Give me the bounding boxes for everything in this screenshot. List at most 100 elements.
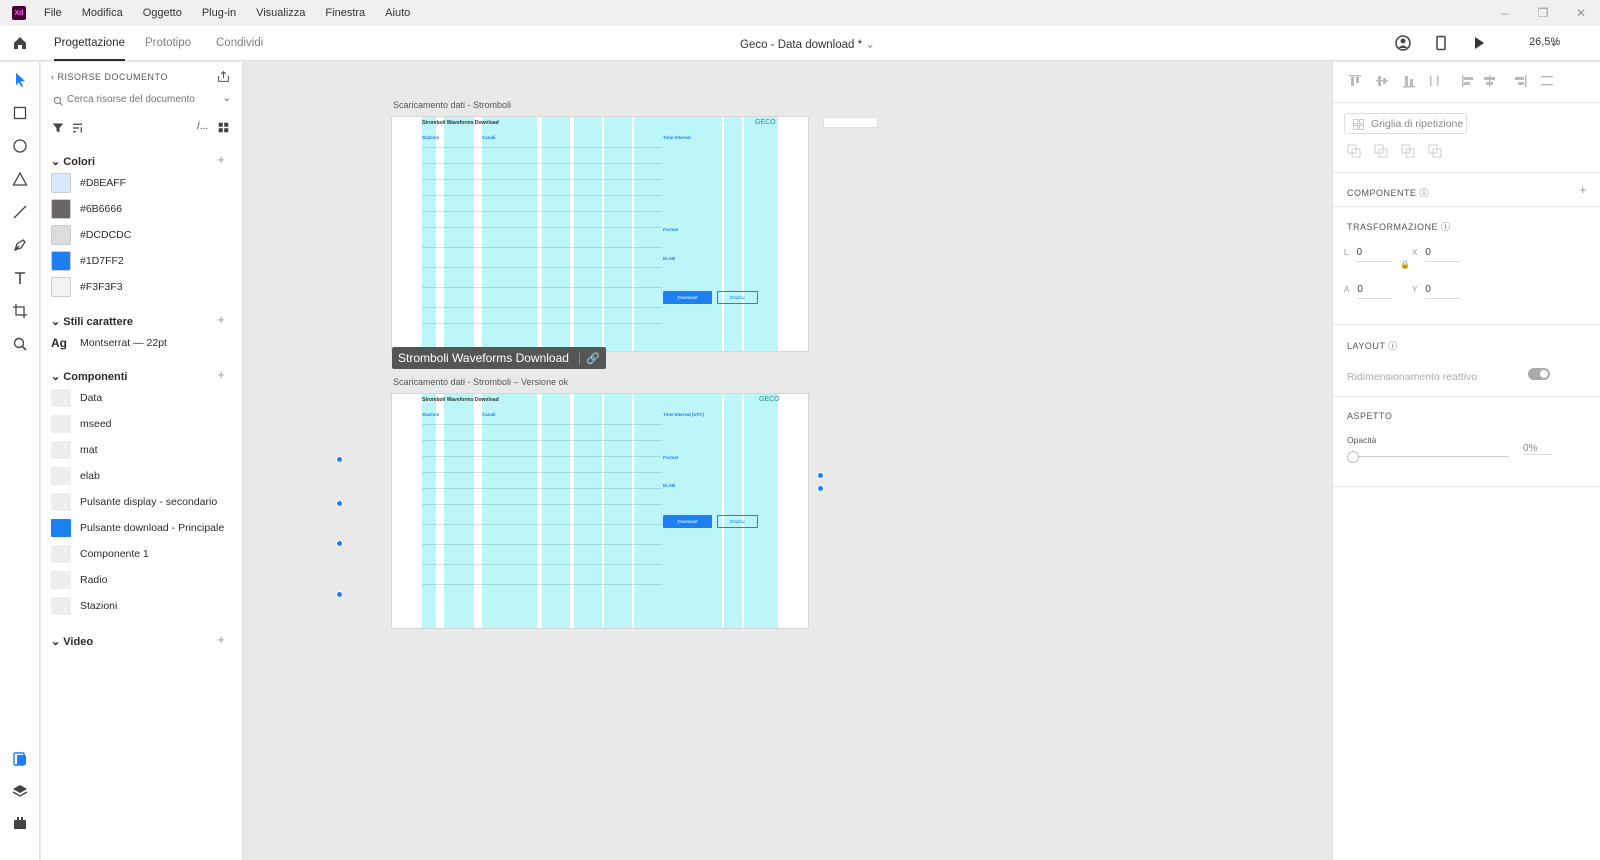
link-icon[interactable]: 🔗 xyxy=(578,351,600,365)
connection-handle[interactable] xyxy=(336,540,343,547)
tab-progettazione[interactable]: Progettazione xyxy=(54,37,125,61)
connection-handle[interactable] xyxy=(336,591,343,598)
color-swatch-row[interactable]: #1D7FF2 xyxy=(51,251,124,271)
repeat-grid-button[interactable]: Griglia di ripetizione xyxy=(1344,113,1467,134)
responsive-resize-toggle[interactable] xyxy=(1528,368,1550,380)
layers-panel-icon[interactable] xyxy=(12,783,28,799)
connection-handle[interactable] xyxy=(336,456,343,463)
artboard-stromboli-v2[interactable]: Stromboli Waveforms Download Stazioni Ca… xyxy=(391,393,809,629)
line-tool-icon[interactable] xyxy=(12,204,28,220)
document-title[interactable]: Geco - Data download * ⌄ xyxy=(740,37,875,51)
char-style-row[interactable]: Ag Montserrat — 22pt xyxy=(51,333,167,353)
component-item[interactable]: Stazioni xyxy=(51,596,117,616)
floating-component[interactable] xyxy=(823,117,878,128)
component-item[interactable]: Radio xyxy=(51,570,107,590)
download-button[interactable]: Download xyxy=(663,291,712,304)
artboard-label[interactable]: Scaricamento dati - Stromboli – Versione… xyxy=(393,377,568,387)
add-component-icon[interactable]: + xyxy=(217,367,225,382)
add-char-style-icon[interactable]: + xyxy=(217,312,225,327)
color-swatch-row[interactable]: #F3F3F3 xyxy=(51,277,123,297)
play-icon[interactable] xyxy=(1471,35,1487,51)
chevron-left-icon[interactable]: ‹ xyxy=(51,72,55,82)
artboard-label[interactable]: Scaricamento dati - Stromboli xyxy=(393,100,511,110)
boolean-ops-icon[interactable] xyxy=(1347,144,1447,158)
width-value[interactable]: 0 xyxy=(1356,247,1393,262)
opacity-value[interactable]: 0% xyxy=(1523,443,1553,455)
list-view-icon[interactable]: /... xyxy=(197,121,208,132)
ellipse-tool-icon[interactable] xyxy=(12,138,28,154)
close-icon[interactable]: ✕ xyxy=(1562,0,1600,26)
pen-tool-icon[interactable] xyxy=(12,237,28,253)
info-icon[interactable]: ⓘ xyxy=(1420,188,1430,198)
component-item[interactable]: elab xyxy=(51,466,100,486)
restore-icon[interactable]: ❐ xyxy=(1524,0,1562,26)
filter-icon[interactable] xyxy=(52,122,64,134)
align-tools-icon[interactable] xyxy=(1347,74,1583,88)
component-item[interactable]: mseed xyxy=(51,414,112,434)
download-button[interactable]: Download xyxy=(663,515,712,528)
menu-finestra[interactable]: Finestra xyxy=(325,7,365,19)
opacity-slider[interactable] xyxy=(1347,451,1511,463)
grid-view-icon[interactable] xyxy=(218,122,229,133)
slider-knob[interactable] xyxy=(1347,451,1359,463)
zoom-tool-icon[interactable] xyxy=(12,336,28,352)
menu-visualizza[interactable]: Visualizza xyxy=(256,7,305,19)
component-item[interactable]: Componente 1 xyxy=(51,544,149,564)
sort-icon[interactable] xyxy=(71,122,84,134)
artboard-stromboli[interactable]: Stromboli Waveforms Download Stazioni Ca… xyxy=(391,116,809,352)
home-icon[interactable] xyxy=(12,35,28,51)
search-input[interactable] xyxy=(67,94,217,105)
components-section-title[interactable]: ⌄ Componenti xyxy=(51,370,127,383)
text-tool-icon[interactable] xyxy=(12,270,28,286)
select-tool-icon[interactable] xyxy=(12,72,28,88)
add-component-state-icon[interactable]: + xyxy=(1579,182,1587,197)
video-section-title[interactable]: ⌄ Video xyxy=(51,635,93,648)
menu-plugin[interactable]: Plug-in xyxy=(202,7,236,19)
user-icon[interactable] xyxy=(1395,35,1411,51)
polygon-tool-icon[interactable] xyxy=(12,171,28,187)
assets-panel-icon[interactable] xyxy=(12,751,28,767)
connection-handle[interactable] xyxy=(336,500,343,507)
artboard-tool-icon[interactable] xyxy=(12,303,28,319)
component-item[interactable]: Pulsante display - secondario xyxy=(51,492,217,512)
selected-artboard-tag[interactable]: Stromboli Waveforms Download 🔗 xyxy=(392,347,606,369)
menu-modifica[interactable]: Modifica xyxy=(82,7,123,19)
search-box[interactable]: ⌄ xyxy=(51,92,233,110)
zoom-chevron-icon[interactable]: ⌄ xyxy=(1549,35,1559,49)
color-swatch-row[interactable]: #6B6666 xyxy=(51,199,122,219)
component-item[interactable]: mat xyxy=(51,440,98,460)
info-icon[interactable]: ⓘ xyxy=(1441,222,1451,232)
color-swatch-row[interactable]: #D8EAFF xyxy=(51,173,126,193)
height-value[interactable]: 0 xyxy=(1357,284,1394,299)
char-styles-section-title[interactable]: ⌄ Stili carattere xyxy=(51,315,133,328)
menu-oggetto[interactable]: Oggetto xyxy=(143,7,182,19)
minimize-icon[interactable]: – xyxy=(1486,0,1524,26)
menu-aiuto[interactable]: Aiuto xyxy=(385,7,410,19)
add-color-icon[interactable]: + xyxy=(217,152,225,167)
tab-prototipo[interactable]: Prototipo xyxy=(145,37,191,49)
x-value[interactable]: 0 xyxy=(1425,247,1462,262)
share-icon[interactable] xyxy=(217,70,230,83)
y-field[interactable]: Y0 xyxy=(1412,284,1462,299)
display-button[interactable]: Display xyxy=(717,291,758,304)
x-field[interactable]: X0 xyxy=(1412,247,1462,262)
y-value[interactable]: 0 xyxy=(1425,284,1462,299)
rectangle-tool-icon[interactable] xyxy=(12,105,28,121)
add-video-icon[interactable]: + xyxy=(217,632,225,647)
assets-header[interactable]: ‹ RISORSE DOCUMENTO xyxy=(51,72,168,82)
tab-condividi[interactable]: Condividi xyxy=(216,37,263,49)
component-item[interactable]: Data xyxy=(51,388,102,408)
height-field[interactable]: A0 xyxy=(1344,284,1394,299)
colors-section-title[interactable]: ⌄ Colori xyxy=(51,155,95,168)
plugins-panel-icon[interactable] xyxy=(12,815,28,831)
lock-aspect-icon[interactable]: 🔒 xyxy=(1400,260,1410,269)
connection-handle[interactable] xyxy=(817,485,824,492)
info-icon[interactable]: ⓘ xyxy=(1388,341,1398,351)
component-item[interactable]: Pulsante download - Principale xyxy=(51,518,224,538)
connection-handle[interactable] xyxy=(817,472,824,479)
color-swatch-row[interactable]: #DCDCDC xyxy=(51,225,131,245)
menu-file[interactable]: File xyxy=(44,7,62,19)
width-field[interactable]: L0 xyxy=(1344,247,1393,262)
search-filter-chevron-icon[interactable]: ⌄ xyxy=(223,93,231,104)
display-button[interactable]: Display xyxy=(717,515,758,528)
